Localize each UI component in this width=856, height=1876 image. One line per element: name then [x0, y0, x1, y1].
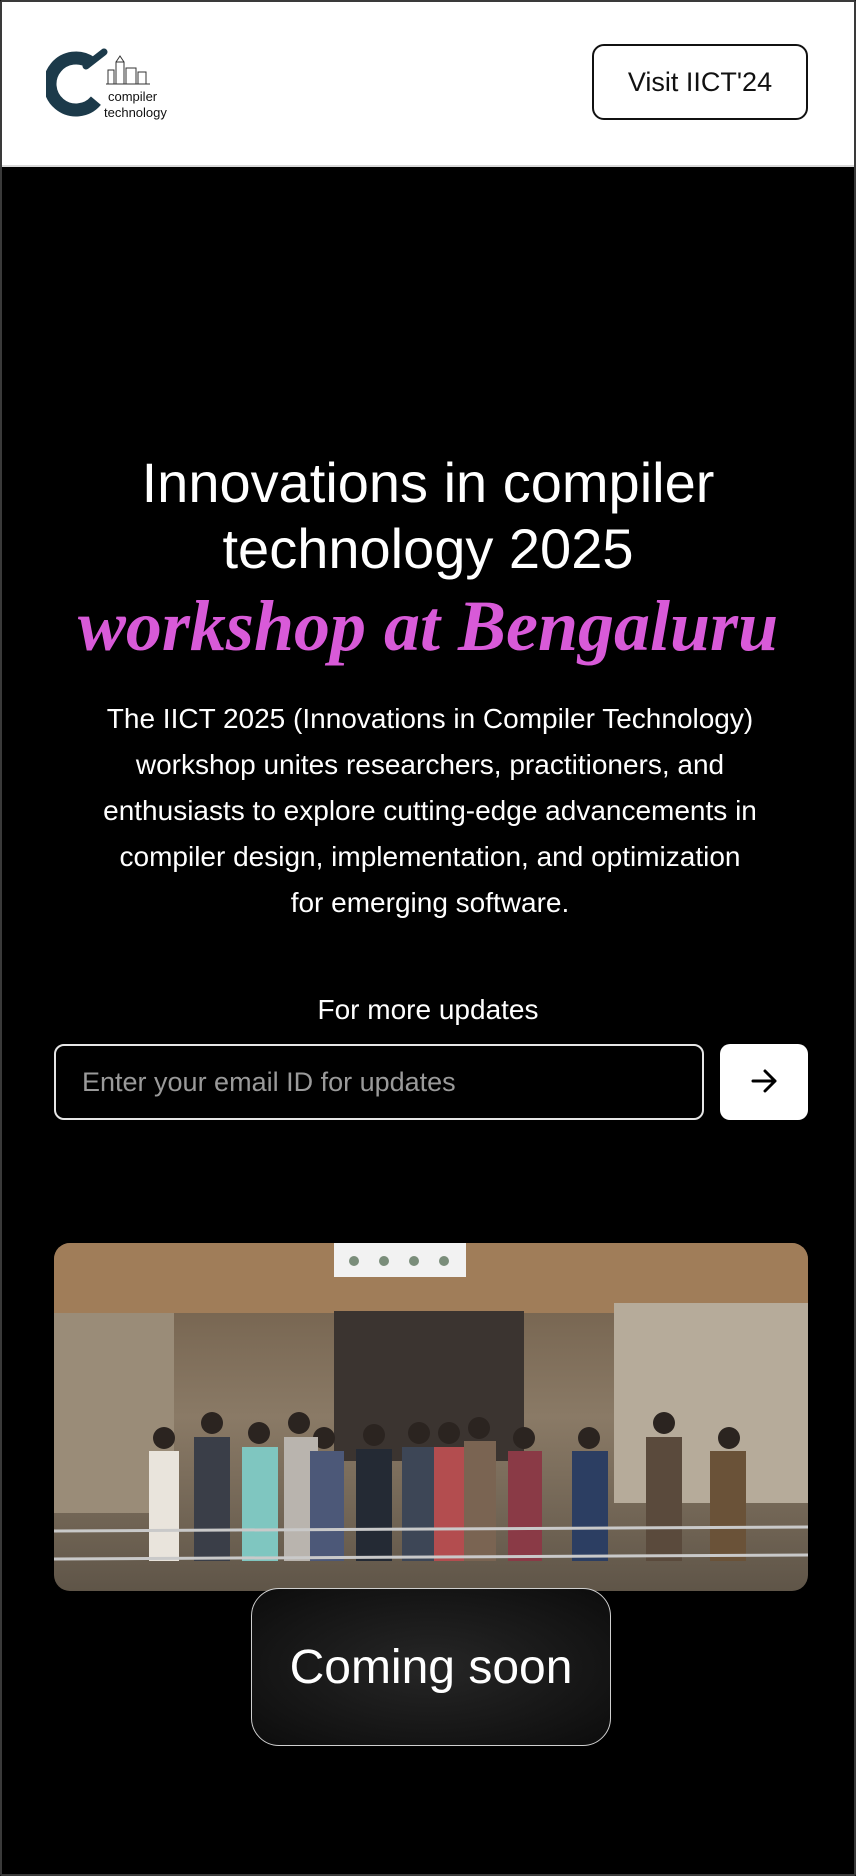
visit-iict24-button[interactable]: Visit IICT'24 [592, 44, 808, 120]
compiler-technology-logo[interactable]: compiler technology [43, 48, 178, 128]
arrow-right-icon [747, 1064, 781, 1101]
logo-text-technology: technology [104, 105, 167, 120]
updates-label: For more updates [317, 994, 539, 1025]
page-frame: compiler technology Visit IICT'24 Innova… [0, 0, 856, 1876]
workshop-description: The IICT 2025 (Innovations in Compiler T… [103, 703, 757, 918]
hero-title: Innovations in compiler technology 2025 [141, 451, 715, 580]
group-photo [54, 1243, 808, 1591]
logo-text-compiler: compiler [108, 89, 158, 104]
coming-soon-badge: Coming soon [251, 1588, 611, 1746]
email-input[interactable] [54, 1044, 704, 1120]
hero-subtitle: workshop at Bengaluru [77, 586, 779, 666]
submit-email-button[interactable] [720, 1044, 808, 1120]
site-header: compiler technology Visit IICT'24 [2, 2, 854, 167]
